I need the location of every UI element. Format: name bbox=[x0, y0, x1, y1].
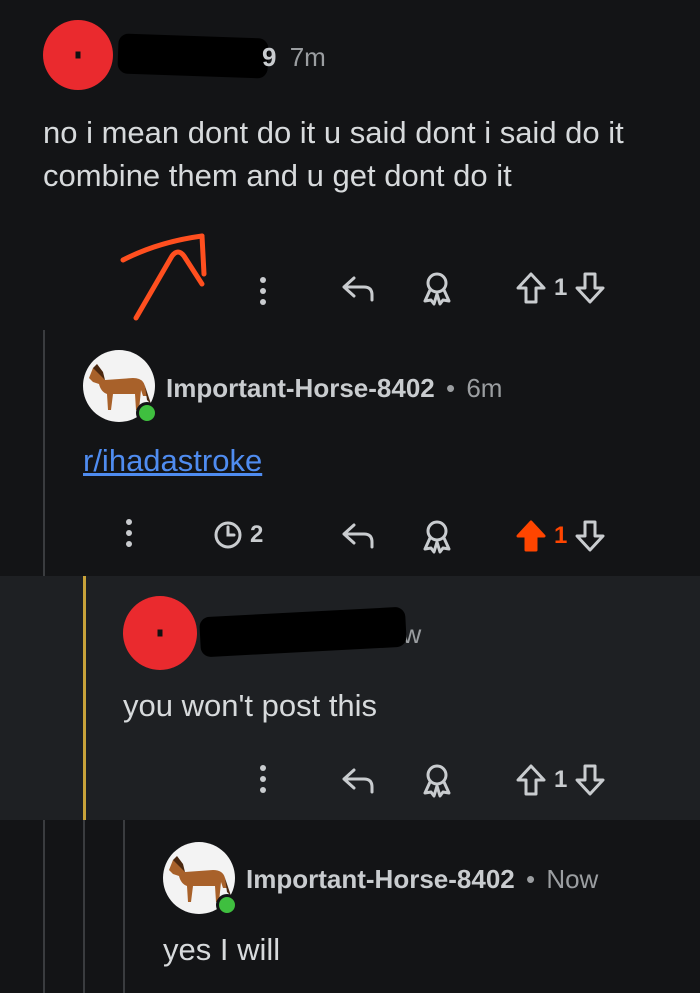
award-icon bbox=[423, 272, 451, 306]
arrow-annotation bbox=[120, 233, 207, 321]
reply-button[interactable] bbox=[340, 519, 376, 551]
comment-body: yes I will bbox=[163, 932, 281, 967]
comment-body: you won't post this bbox=[123, 688, 378, 723]
reply-icon bbox=[342, 276, 374, 302]
downvote-icon[interactable] bbox=[573, 518, 607, 554]
award-button[interactable] bbox=[420, 270, 454, 306]
username[interactable]: Important-Horse-8402 bbox=[246, 864, 515, 894]
online-status-dot bbox=[216, 894, 238, 916]
reply-icon bbox=[342, 768, 374, 794]
award-button[interactable] bbox=[420, 518, 454, 554]
highlight-accent-bar bbox=[83, 576, 86, 820]
username[interactable]: Important-Horse-8402 bbox=[166, 373, 435, 403]
redaction bbox=[117, 33, 269, 79]
reply-button[interactable] bbox=[340, 764, 376, 796]
reply-icon bbox=[342, 523, 374, 549]
timestamp: 6m bbox=[466, 373, 503, 403]
timestamp: 7m bbox=[289, 42, 326, 72]
thread-line bbox=[123, 820, 125, 993]
vote-count: 1 bbox=[554, 522, 568, 549]
award-icon bbox=[423, 764, 451, 798]
upvote-icon[interactable] bbox=[514, 762, 548, 798]
more-icon[interactable] bbox=[126, 519, 132, 552]
avatar[interactable] bbox=[123, 596, 197, 670]
online-status-dot bbox=[136, 402, 158, 424]
award-button[interactable] bbox=[420, 762, 454, 798]
avatar[interactable] bbox=[43, 20, 113, 90]
timestamp: Now bbox=[546, 864, 599, 894]
thread-line bbox=[43, 820, 45, 993]
comment-meta: Important-Horse-8402 • 6m bbox=[166, 373, 502, 404]
vote-controls: 1 bbox=[514, 518, 607, 554]
more-icon[interactable] bbox=[260, 277, 266, 310]
vote-controls: 1 bbox=[514, 762, 607, 798]
comment-meta-tail: 9 7m bbox=[262, 42, 326, 72]
comment-meta: Important-Horse-8402 • Now bbox=[246, 864, 598, 895]
more-icon[interactable] bbox=[260, 765, 266, 798]
comment-body: no i mean dont do it u said dont i said … bbox=[43, 115, 624, 193]
separator: • bbox=[525, 864, 536, 894]
award-count: 2 bbox=[250, 521, 264, 548]
upvote-icon[interactable] bbox=[514, 270, 548, 306]
clock-icon bbox=[214, 521, 242, 549]
separator: • bbox=[445, 373, 456, 403]
award-icon bbox=[423, 520, 451, 554]
comment-body: r/ihadastroke bbox=[83, 439, 262, 482]
reply-button[interactable] bbox=[340, 272, 376, 304]
downvote-icon[interactable] bbox=[573, 270, 607, 306]
downvote-icon[interactable] bbox=[573, 762, 607, 798]
vote-count: 1 bbox=[554, 274, 568, 301]
vote-controls: 1 bbox=[514, 270, 607, 306]
subreddit-link[interactable]: r/ihadastroke bbox=[83, 443, 262, 478]
upvote-icon-active[interactable] bbox=[514, 518, 548, 554]
vote-count: 1 bbox=[554, 766, 568, 793]
thread-line bbox=[43, 330, 45, 576]
awards-display[interactable]: 2 bbox=[212, 519, 269, 551]
thread-line bbox=[83, 820, 85, 993]
